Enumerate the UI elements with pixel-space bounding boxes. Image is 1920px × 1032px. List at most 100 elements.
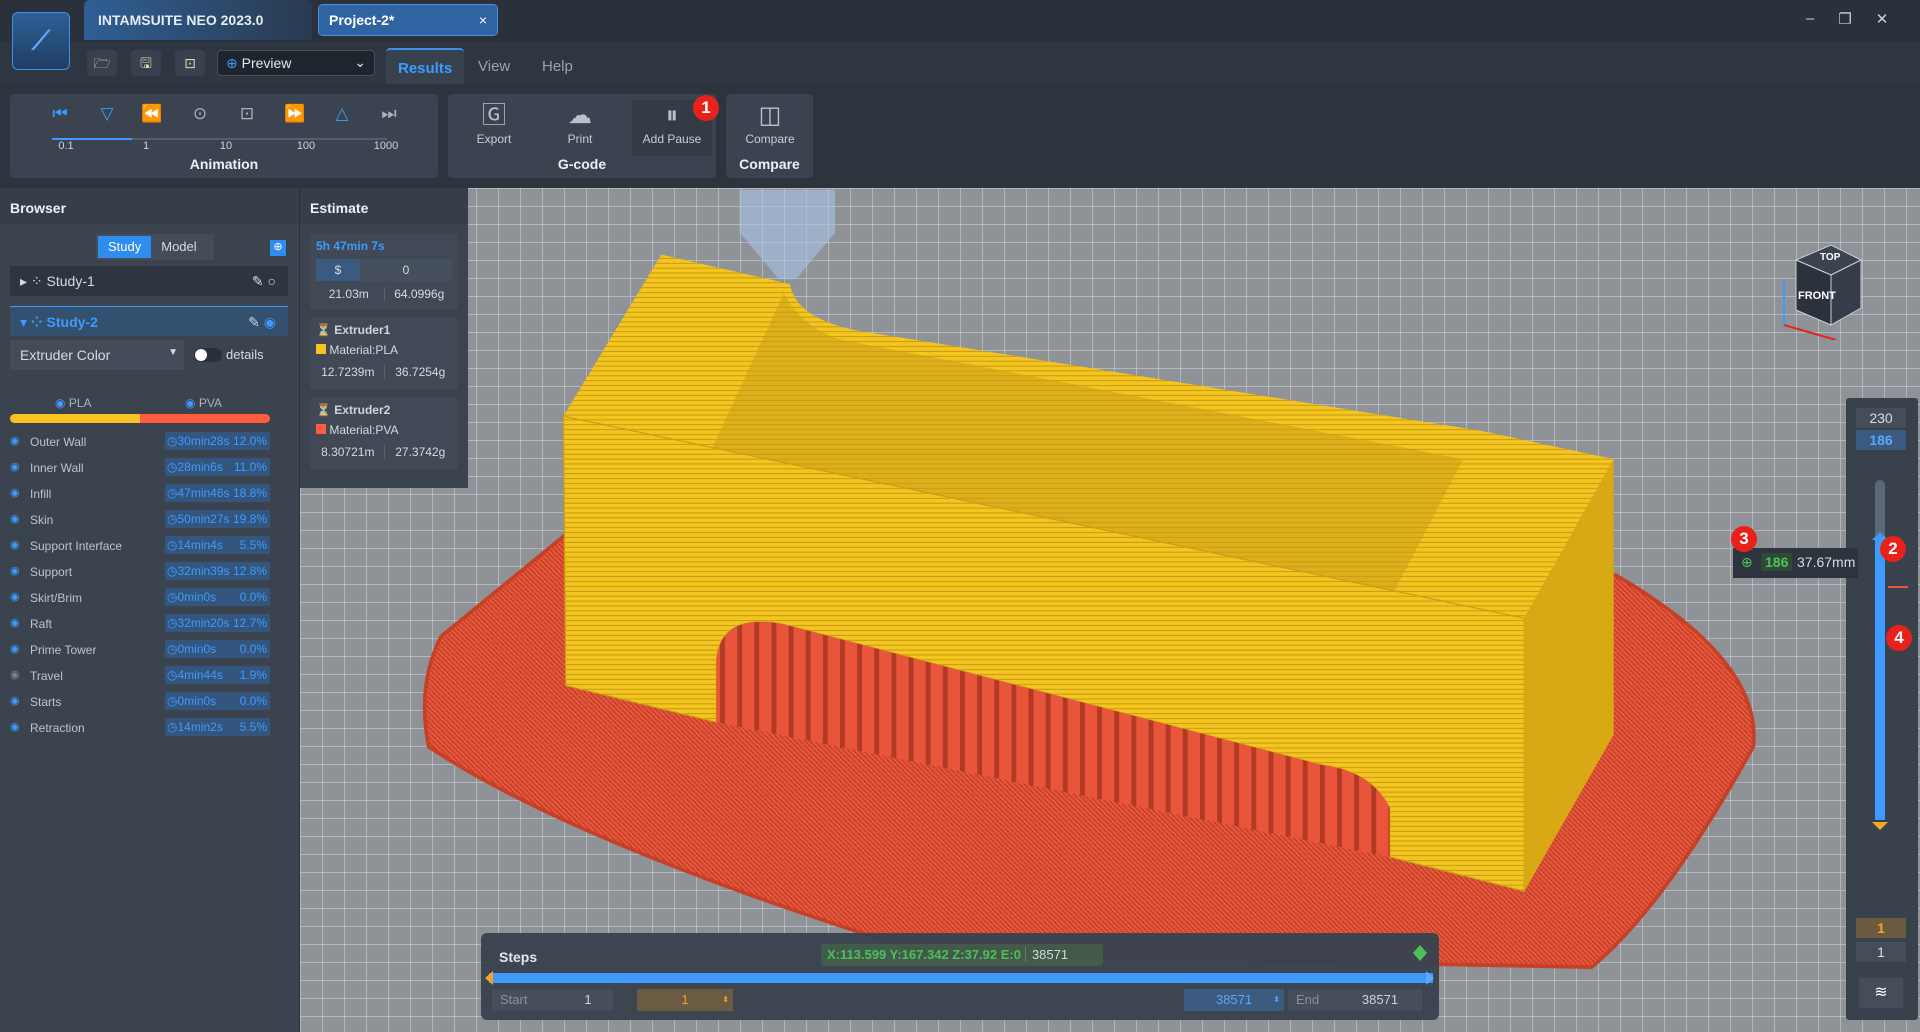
- steps-slider[interactable]: [489, 973, 1433, 983]
- tooltip-layer: 186: [1761, 553, 1793, 571]
- export-button[interactable]: 🄶 Export: [458, 100, 530, 156]
- feature-row[interactable]: ◉ Retraction ◷14min2s 5.5%: [10, 718, 270, 738]
- fast-forward-icon[interactable]: ⏩: [283, 104, 307, 124]
- viewcube-top[interactable]: TOP: [1820, 252, 1840, 263]
- extruder-card: ⏳ Extruder2 Material:PVA 8.30721m 27.3742g: [310, 397, 458, 469]
- view-cube[interactable]: TOP FRONT: [1776, 240, 1871, 341]
- layer-lower-input[interactable]: 1: [1856, 918, 1906, 938]
- study-item-2[interactable]: ▾ ⁘ Study-2 ✎ ◉: [10, 306, 288, 336]
- feature-row[interactable]: ◉ Support ◷32min39s 12.8%: [10, 562, 270, 582]
- step-down-icon[interactable]: ▽: [95, 104, 119, 124]
- spinner-icon[interactable]: ⬍: [1273, 989, 1280, 1011]
- step-marker-handle[interactable]: [1413, 945, 1427, 961]
- eye-icon[interactable]: ◉: [10, 616, 20, 629]
- callout-badge: 2: [1880, 536, 1906, 562]
- feature-row[interactable]: ◉ Travel ◷4min44s 1.9%: [10, 666, 270, 686]
- stop-icon[interactable]: ⊡: [235, 104, 259, 124]
- spinner-icon[interactable]: ⬍: [722, 989, 729, 1011]
- legend-pla[interactable]: ◉ PLA: [55, 396, 92, 410]
- eye-icon[interactable]: ◉: [10, 512, 20, 525]
- feature-time: ◷0min0s 0.0%: [165, 692, 270, 710]
- eye-icon[interactable]: ◉: [10, 434, 20, 447]
- rewind-icon[interactable]: ⏪: [140, 104, 164, 124]
- layer-tooltip: ⊕ 186 37.67mm: [1733, 548, 1858, 578]
- start-input-value: 1: [681, 992, 689, 1007]
- split-view-icon: ◫: [758, 102, 782, 129]
- legend-pva[interactable]: ◉ PVA: [185, 396, 222, 410]
- study-item-1[interactable]: ▸ ⁘ Study-1 ✎ ○: [10, 266, 288, 296]
- steps-panel: Steps X:113.599 Y:167.342 Z:37.92 E:0 385…: [481, 933, 1439, 1020]
- segment-study[interactable]: Study: [98, 236, 152, 258]
- details-toggle[interactable]: [194, 348, 222, 362]
- lower-handle[interactable]: [1872, 822, 1888, 830]
- collapse-icon[interactable]: ▾ ⁘: [20, 314, 47, 330]
- print-button[interactable]: ☁ Print: [544, 100, 616, 156]
- pause-marker[interactable]: [1888, 586, 1908, 588]
- eye-icon[interactable]: ◉: [10, 642, 20, 655]
- eye-icon[interactable]: ◉: [10, 564, 20, 577]
- feature-row[interactable]: ◉ Outer Wall ◷30min28s 12.0%: [10, 432, 270, 452]
- tab-view[interactable]: View: [466, 48, 522, 84]
- edit-radio-icons[interactable]: ✎ ○: [252, 273, 276, 290]
- skip-start-icon[interactable]: ⏮: [48, 104, 72, 124]
- play-icon[interactable]: ⊙: [188, 104, 212, 124]
- eye-icon[interactable]: ◉: [10, 460, 20, 473]
- total-length: 21.03m: [328, 287, 369, 301]
- feature-time: ◷0min0s 0.0%: [165, 640, 270, 658]
- cloud-upload-icon: ☁: [568, 102, 592, 129]
- browser-panel: Browser Study Model ⊕ ▸ ⁘ Study-1 ✎ ○ ▾ ⁘ …: [0, 188, 300, 1032]
- eye-off-icon[interactable]: ◉: [10, 668, 20, 681]
- skip-end-icon[interactable]: ⏭: [377, 104, 401, 124]
- step-up-icon[interactable]: △: [330, 104, 354, 124]
- tab-help[interactable]: Help: [530, 48, 585, 84]
- layer-upper-input[interactable]: 186: [1856, 430, 1906, 450]
- app-title-tab: INTAMSUITE NEO 2023.0: [84, 0, 312, 40]
- minimize-button[interactable]: –: [1795, 10, 1825, 32]
- eye-icon[interactable]: ◉: [10, 538, 20, 551]
- mode-dropdown[interactable]: ⊕ Preview ⌄: [217, 50, 375, 76]
- feature-row[interactable]: ◉ Infill ◷47min46s 18.8%: [10, 484, 270, 504]
- edit-radio-icons[interactable]: ✎ ◉: [248, 314, 276, 331]
- speed-tick: 10: [219, 140, 233, 152]
- feature-row[interactable]: ◉ Starts ◷0min0s 0.0%: [10, 692, 270, 712]
- locate-icon[interactable]: ⊕: [270, 240, 286, 256]
- compare-button[interactable]: ◫ Compare: [734, 100, 806, 156]
- feature-row[interactable]: ◉ Skin ◷50min27s 19.8%: [10, 510, 270, 530]
- close-tab-icon[interactable]: ×: [479, 12, 487, 28]
- start-input[interactable]: 1 ⬍: [637, 989, 733, 1011]
- restore-button[interactable]: ❐: [1830, 10, 1860, 32]
- feature-row[interactable]: ◉ Skirt/Brim ◷0min0s 0.0%: [10, 588, 270, 608]
- feature-row[interactable]: ◉ Inner Wall ◷28min6s 11.0%: [10, 458, 270, 478]
- layer-slider-panel: 230 186 1 1 ≋: [1846, 398, 1918, 1020]
- open-folder-icon[interactable]: 🗁: [87, 50, 117, 76]
- save-icon[interactable]: 🖫: [131, 50, 161, 76]
- callout-badge: 4: [1886, 625, 1912, 651]
- expand-icon[interactable]: ▸ ⁘: [20, 273, 47, 289]
- eye-icon[interactable]: ◉: [10, 486, 20, 499]
- feature-row[interactable]: ◉ Prime Tower ◷0min0s 0.0%: [10, 640, 270, 660]
- segment-model[interactable]: Model: [151, 236, 206, 258]
- window-close-button[interactable]: ✕: [1867, 10, 1897, 32]
- eye-icon[interactable]: ◉: [10, 720, 20, 733]
- project-tab[interactable]: Project-2* ×: [318, 4, 498, 36]
- browser-title: Browser: [0, 188, 299, 224]
- add-pause-plus-icon[interactable]: ⊕: [1741, 554, 1753, 571]
- gcode-label: G-code: [557, 156, 607, 172]
- feature-row[interactable]: ◉ Support Interface ◷14min4s 5.5%: [10, 536, 270, 556]
- app-logo-menu[interactable]: ⟋: [12, 12, 70, 70]
- feature-row[interactable]: ◉ Raft ◷32min20s 12.7%: [10, 614, 270, 634]
- eye-icon[interactable]: ◉: [10, 694, 20, 707]
- 3d-viewport[interactable]: [300, 188, 1920, 1032]
- color-mode-dropdown[interactable]: Extruder Color ▼: [10, 340, 184, 370]
- cost-symbol: $: [316, 259, 360, 281]
- viewcube-front[interactable]: FRONT: [1798, 290, 1836, 302]
- new-file-icon[interactable]: ⊡: [175, 50, 205, 76]
- material-color-bar: [10, 414, 270, 423]
- tab-results[interactable]: Results: [386, 48, 465, 84]
- feature-time: ◷47min46s 18.8%: [165, 484, 270, 502]
- eye-icon[interactable]: ◉: [10, 590, 20, 603]
- tooltip-height: 37.67mm: [1797, 554, 1856, 570]
- end-input[interactable]: 38571 ⬍: [1184, 989, 1284, 1011]
- layer-slider-track[interactable]: [1875, 480, 1885, 820]
- layers-icon[interactable]: ≋: [1859, 978, 1903, 1008]
